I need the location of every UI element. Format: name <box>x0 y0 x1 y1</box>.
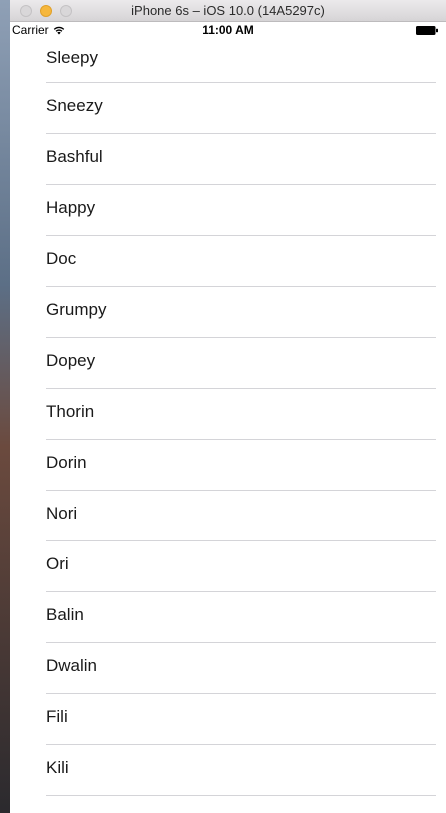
row-label: Ori <box>46 554 69 574</box>
row-label: Balin <box>46 605 84 625</box>
table-row[interactable]: Kili <box>10 745 446 797</box>
row-label: Kili <box>46 758 69 778</box>
row-label: Sleepy <box>46 48 98 67</box>
row-label: Grumpy <box>46 299 107 319</box>
row-label: Doc <box>46 248 77 268</box>
table-row[interactable]: Bashful <box>10 134 446 185</box>
row-label: Sneezy <box>46 96 103 115</box>
row-label: Happy <box>46 197 96 217</box>
table-row[interactable]: Sleepy <box>10 38 446 83</box>
table-row[interactable]: Fili <box>10 694 446 746</box>
row-label: Bashful <box>46 146 103 166</box>
table-row[interactable]: Balin <box>10 592 446 644</box>
row-label: Dorin <box>46 452 87 472</box>
table-view[interactable]: Sleepy Sneezy Bashful Happy Doc Grumpy D… <box>10 38 446 813</box>
status-bar: Carrier 11:00 AM <box>10 22 446 38</box>
window-title-bar[interactable]: iPhone 6s – iOS 10.0 (14A5297c) <box>10 0 446 22</box>
table-row[interactable]: Dwalin <box>10 643 446 695</box>
row-label: Fili <box>46 707 68 727</box>
table-row[interactable]: Doc <box>10 236 446 287</box>
simulator-window: iPhone 6s – iOS 10.0 (14A5297c) Carrier … <box>10 0 446 813</box>
table-row[interactable]: Sneezy <box>10 83 446 134</box>
window-title: iPhone 6s – iOS 10.0 (14A5297c) <box>131 3 325 18</box>
table-row[interactable]: Dorin <box>10 440 446 491</box>
row-label: Dopey <box>46 350 96 370</box>
table-row[interactable]: Nori <box>10 491 446 542</box>
status-time: 11:00 AM <box>202 23 254 37</box>
desktop-wallpaper <box>0 0 10 813</box>
table-row[interactable]: Happy <box>10 185 446 236</box>
device-screen: Carrier 11:00 AM Sleepy Sneezy Bashful H… <box>10 22 446 813</box>
row-label: Dwalin <box>46 656 98 676</box>
table-row[interactable]: Grumpy <box>10 287 446 338</box>
row-separator <box>46 795 436 797</box>
battery-full-icon <box>416 26 438 35</box>
table-row[interactable]: Ori <box>10 541 446 593</box>
row-label: Nori <box>46 503 78 523</box>
row-label: Thorin <box>46 401 95 421</box>
table-row[interactable]: Dopey <box>10 338 446 389</box>
table-row[interactable]: Thorin <box>10 389 446 440</box>
